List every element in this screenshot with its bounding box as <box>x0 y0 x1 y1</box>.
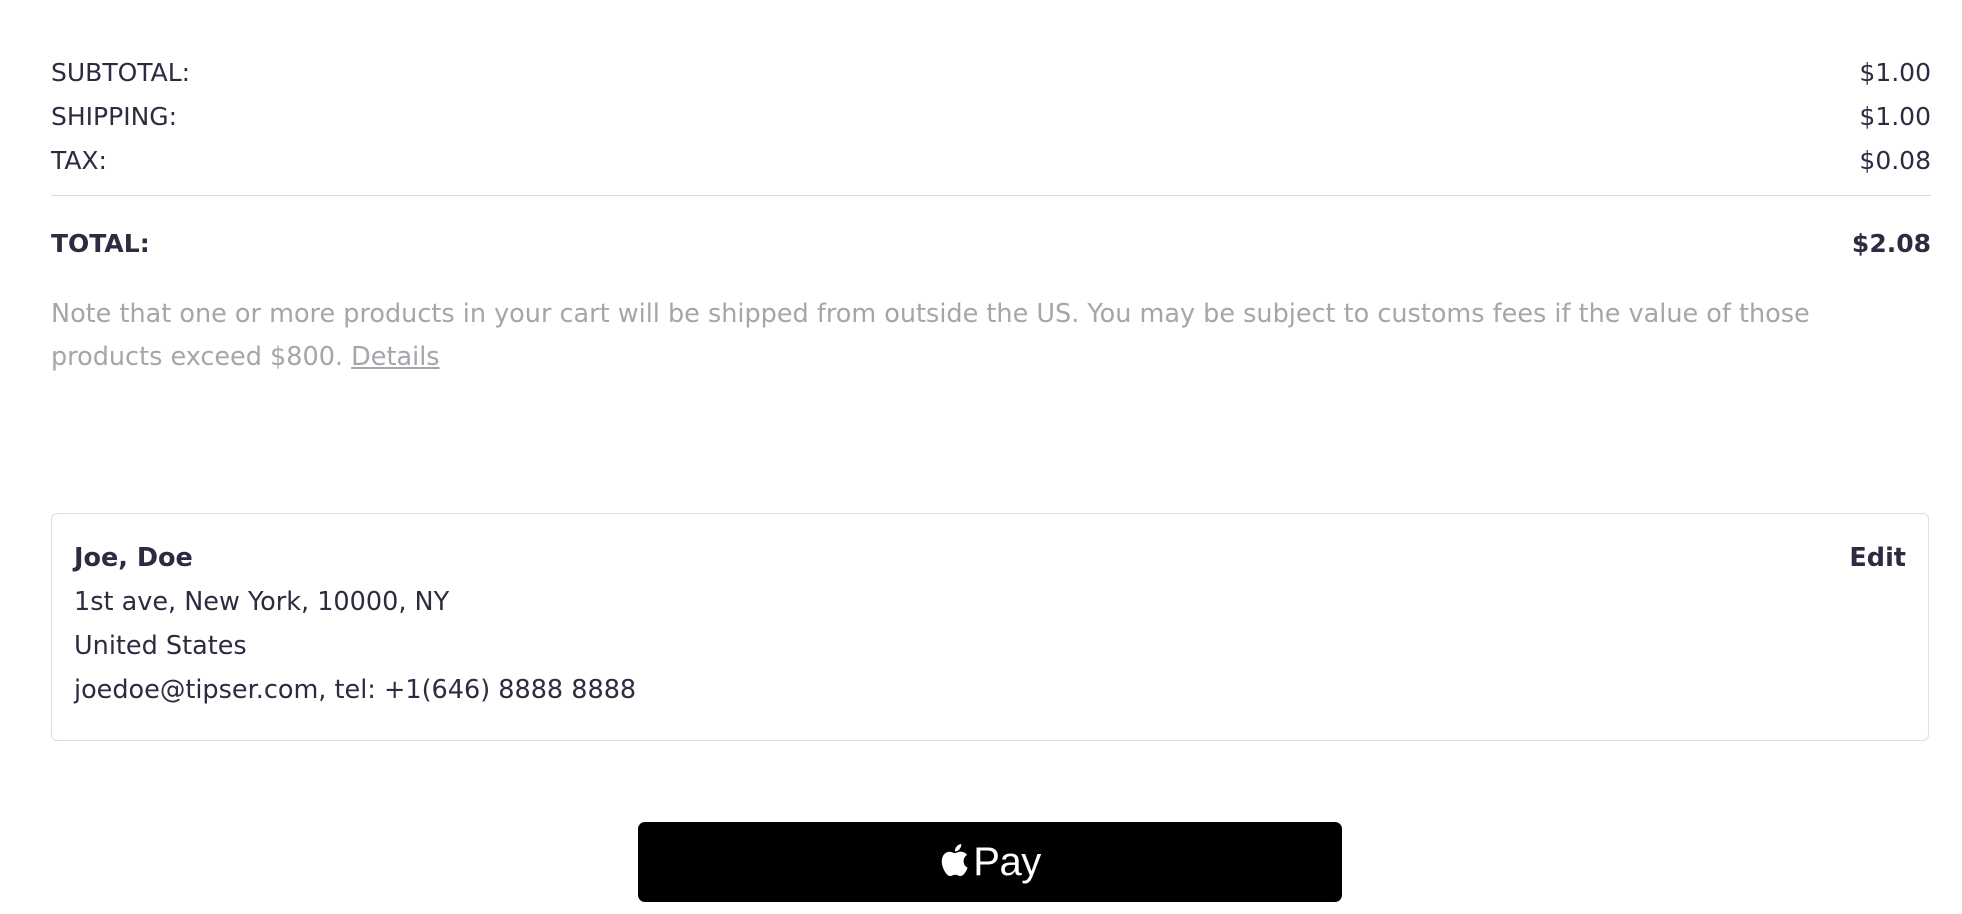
shipping-address-card: Joe, Doe 1st ave, New York, 10000, NY Un… <box>51 513 1929 741</box>
address-country: United States <box>74 631 247 661</box>
apple-pay-label: Pay <box>973 839 1041 884</box>
address-street: 1st ave, New York, 10000, NY <box>74 587 450 617</box>
price-summary: SUBTOTAL: $1.00 SHIPPING: $1.00 TAX: $0.… <box>51 0 1931 263</box>
total-value: $2.08 <box>1851 228 1931 258</box>
tax-row: TAX: $0.08 <box>51 138 1931 182</box>
edit-address-button[interactable]: Edit <box>1849 536 1906 580</box>
tax-value: $0.08 <box>1859 145 1931 175</box>
shipping-label: SHIPPING: <box>51 101 178 131</box>
details-link[interactable]: Details <box>351 342 439 372</box>
customs-note: Note that one or more products in your c… <box>51 293 1911 379</box>
apple-logo-icon <box>942 844 968 877</box>
address-contact: joedoe@tipser.com, tel: +1(646) 8888 888… <box>74 675 637 705</box>
customs-note-text: Note that one or more products in your c… <box>51 299 1810 372</box>
summary-divider <box>51 195 1931 196</box>
total-label: TOTAL: <box>51 228 150 258</box>
shipping-value: $1.00 <box>1859 101 1931 131</box>
shipping-row: SHIPPING: $1.00 <box>51 94 1931 138</box>
address-content: Joe, Doe 1st ave, New York, 10000, NY Un… <box>74 536 1906 712</box>
apple-pay-button[interactable]: Pay <box>638 822 1342 902</box>
order-summary-section: SUBTOTAL: $1.00 SHIPPING: $1.00 TAX: $0.… <box>51 0 1931 379</box>
subtotal-row: SUBTOTAL: $1.00 <box>51 50 1931 94</box>
tax-label: TAX: <box>51 145 107 175</box>
subtotal-value: $1.00 <box>1859 57 1931 87</box>
address-name: Joe, Doe <box>74 543 193 573</box>
total-row: TOTAL: $2.08 <box>51 223 1931 263</box>
subtotal-label: SUBTOTAL: <box>51 57 191 87</box>
